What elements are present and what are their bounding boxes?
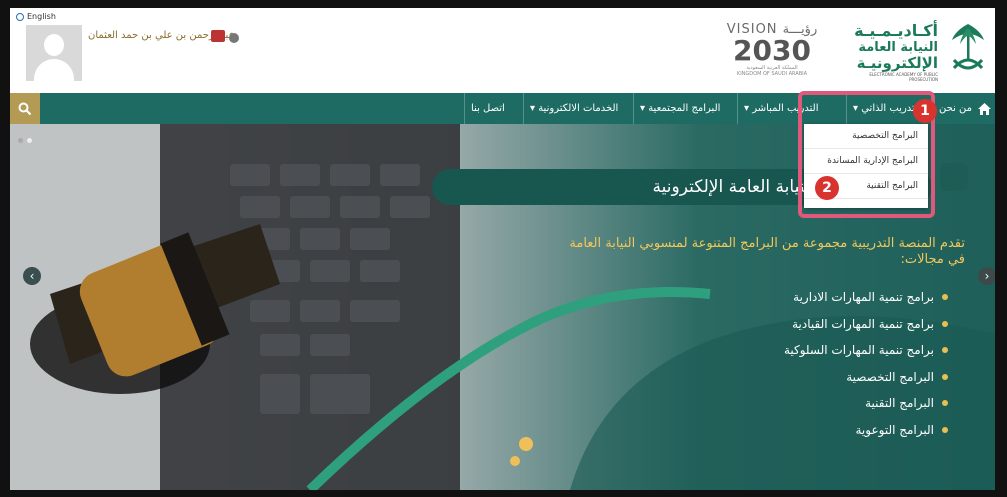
language-link[interactable]: English bbox=[27, 12, 56, 21]
language-switch[interactable]: English bbox=[16, 12, 56, 21]
globe-icon bbox=[16, 12, 24, 21]
annotation-badge-1: 1 bbox=[913, 99, 937, 123]
search-button[interactable] bbox=[10, 93, 40, 124]
nav-contact-us[interactable]: اتصل بنا bbox=[464, 93, 511, 124]
list-item: البرامج التخصصية bbox=[670, 364, 948, 391]
slider-dot[interactable] bbox=[18, 138, 23, 143]
nav-about-us[interactable]: من نحن bbox=[938, 93, 974, 124]
list-item: برامج تنمية المهارات الادارية bbox=[670, 284, 948, 311]
search-icon bbox=[18, 102, 32, 115]
nav-e-services[interactable]: الخدمات الالكترونية ▾ bbox=[523, 93, 624, 124]
site-header: English عبدالرحمن بن علي بن حمد العثمان … bbox=[10, 8, 995, 93]
slider-dot-active[interactable] bbox=[27, 138, 32, 143]
hero-intro: تقدم المنصة التدريبية مجموعة من البرامج … bbox=[569, 236, 965, 267]
home-button[interactable] bbox=[973, 93, 995, 124]
user-avatar[interactable] bbox=[26, 25, 82, 81]
browser-viewport: English عبدالرحمن بن علي بن حمد العثمان … bbox=[10, 8, 995, 490]
slider-prev-button[interactable]: ‹ bbox=[23, 267, 41, 285]
nav-community-programs[interactable]: البرامج المجتمعية ▾ bbox=[633, 93, 726, 124]
vision-2030-logo: VISION رؤيـــة 2030 المملكة العربية السع… bbox=[726, 22, 818, 77]
slider-next-button[interactable]: › bbox=[978, 267, 995, 285]
home-icon bbox=[977, 102, 991, 115]
palm-swords-emblem-icon bbox=[952, 24, 984, 70]
academy-logo-text[interactable]: أكـاديـمـيـة النيابة العامة الإلكترونيـة… bbox=[842, 22, 938, 83]
notification-icon[interactable] bbox=[211, 30, 225, 42]
annotation-badge-2: 2 bbox=[815, 176, 839, 200]
programs-list: برامج تنمية المهارات الادارية برامج تنمي… bbox=[670, 284, 948, 443]
list-item: برامج تنمية المهارات القيادية bbox=[670, 311, 948, 338]
academy-small-logo-icon bbox=[940, 163, 968, 191]
list-item: البرامج التقنية bbox=[670, 390, 948, 417]
user-icon[interactable] bbox=[229, 33, 239, 43]
list-item: برامج تنمية المهارات السلوكية bbox=[670, 337, 948, 364]
list-item: البرامج التوعوية bbox=[670, 417, 948, 444]
